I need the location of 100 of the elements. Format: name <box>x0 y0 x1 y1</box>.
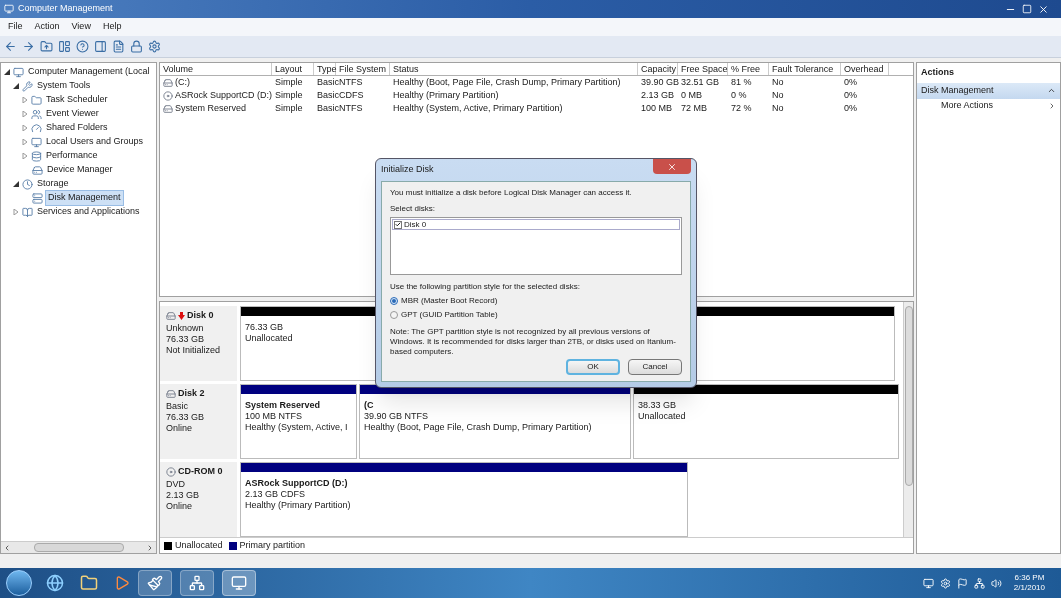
column-header[interactable]: Layout <box>272 63 314 75</box>
network-taskbar-button[interactable] <box>180 570 214 596</box>
column-header[interactable]: Capacity <box>638 63 678 75</box>
table-cell-text: No <box>772 101 784 115</box>
tree-item[interactable]: Local Users and Groups <box>44 135 146 149</box>
volume-icon[interactable] <box>990 577 1002 589</box>
management-taskbar-button[interactable] <box>222 570 256 596</box>
lock-icon[interactable] <box>130 40 143 53</box>
scroll-thumb[interactable] <box>33 543 124 552</box>
select-label: Select disks: <box>390 203 436 215</box>
checkbox[interactable] <box>394 220 402 229</box>
close-button[interactable] <box>653 159 691 174</box>
column-header[interactable]: Overhead <box>841 63 889 75</box>
column-header[interactable]: Volume <box>160 63 272 75</box>
collapsed-arrow-icon[interactable] <box>22 111 28 117</box>
menu-item[interactable]: Help <box>102 20 122 34</box>
partition-info: Unallocated <box>245 333 293 344</box>
partition-label: (C <box>364 400 374 411</box>
clock-time[interactable]: 6:36 PM <box>1014 573 1045 583</box>
column-header[interactable]: Status <box>390 63 638 75</box>
disk-label-panel[interactable]: CD-ROM 0 DVD 2.13 GB Online <box>160 462 237 537</box>
tree-item[interactable]: Event Viewer <box>44 107 101 121</box>
collapse-icon[interactable] <box>1047 86 1056 95</box>
vertical-scrollbar[interactable] <box>903 302 913 537</box>
disk-label-panel[interactable]: Disk 2 Basic 76.33 GB Online <box>160 384 237 459</box>
table-cell-text: Healthy (Primary Partition) <box>393 88 499 102</box>
tree-item[interactable]: Storage <box>35 177 71 191</box>
partition-info: 2.13 GB CDFS <box>245 489 306 500</box>
tree-item[interactable]: Services and Applications <box>35 205 142 219</box>
pane-icon[interactable] <box>58 40 71 53</box>
column-header[interactable]: % Free <box>728 63 769 75</box>
menu-item[interactable]: Action <box>34 20 60 34</box>
disk-info: DVD <box>166 478 186 490</box>
table-cell-text: 0% <box>844 75 857 89</box>
window-title: Computer Management <box>18 2 113 16</box>
tree-item[interactable]: Performance <box>44 149 100 163</box>
dialog-note: Note: The GPT partition style is not recognized by all previous versions of Windows. It is recommended for disks larger than 2TB, or disks used on Itanium-based computers. <box>390 327 677 357</box>
collapsed-arrow-icon[interactable] <box>22 97 28 103</box>
tray-settings-icon[interactable] <box>939 577 951 589</box>
collapsed-arrow-icon[interactable] <box>22 125 28 131</box>
tree-item[interactable]: Shared Folders <box>44 121 110 135</box>
column-header[interactable]: Type <box>314 63 336 75</box>
dialog-button[interactable]: Cancel <box>628 359 682 375</box>
flag-icon[interactable] <box>956 577 968 589</box>
disk-info: Online <box>166 422 193 434</box>
actions-section[interactable]: Disk Management <box>917 82 1060 99</box>
network-icon[interactable] <box>973 577 985 589</box>
tree-item[interactable]: Computer Management (Local <box>26 65 152 79</box>
tree-item[interactable]: Task Scheduler <box>44 93 110 107</box>
paint-taskbar-button[interactable] <box>138 570 172 596</box>
scroll-right-icon[interactable] <box>146 543 154 552</box>
dialog-button[interactable]: OK <box>566 359 620 375</box>
up-folder-icon[interactable] <box>40 40 53 53</box>
dialog-title: Initialize Disk <box>381 163 434 177</box>
media-player-icon[interactable] <box>114 575 130 591</box>
maximize-icon[interactable] <box>1022 3 1032 14</box>
computer-icon <box>231 575 247 591</box>
back-icon[interactable] <box>4 40 17 53</box>
tree-item[interactable]: Disk Management <box>45 190 124 206</box>
table-cell-text: No <box>772 88 784 102</box>
collapsed-arrow-icon[interactable] <box>22 139 28 145</box>
browser-icon[interactable] <box>46 574 64 592</box>
table-cell-text: 100 MB <box>641 101 673 115</box>
tree-item[interactable]: Device Manager <box>45 163 115 177</box>
scroll-thumb[interactable] <box>904 306 913 486</box>
expanded-arrow-icon[interactable] <box>4 69 10 75</box>
partition-block[interactable]: System Reserved 100 MB NTFS Healthy (System, Active, I <box>240 384 357 459</box>
scroll-left-icon[interactable] <box>3 543 11 552</box>
close-icon[interactable] <box>1038 3 1049 15</box>
clock-date[interactable]: 2/1/2010 <box>1013 583 1045 593</box>
table-cell-text: Basic <box>317 75 339 89</box>
start-button[interactable] <box>6 570 32 596</box>
partition-block[interactable]: 38.33 GB Unallocated <box>633 384 899 459</box>
column-header[interactable]: Free Space <box>678 63 728 75</box>
tools-icon <box>22 80 33 92</box>
action-link[interactable]: More Actions <box>941 98 994 113</box>
expanded-arrow-icon[interactable] <box>13 181 19 187</box>
forward-icon[interactable] <box>22 40 35 53</box>
document-icon[interactable] <box>112 40 125 53</box>
column-header[interactable]: Fault Tolerance <box>769 63 841 75</box>
table-cell-text: Healthy (Boot, Page File, Crash Dump, Primary Partition) <box>393 75 621 89</box>
partition-block[interactable]: ASRock SupportCD (D:) 2.13 GB CDFS Healthy (Primary Partition) <box>240 462 688 537</box>
menu-item[interactable]: View <box>71 20 91 34</box>
tree-item[interactable]: System Tools <box>35 79 93 93</box>
radio-button[interactable] <box>390 311 398 319</box>
collapsed-arrow-icon[interactable] <box>13 209 19 215</box>
folder-icon[interactable] <box>80 574 98 592</box>
column-header[interactable]: File System <box>336 63 390 75</box>
horizontal-scrollbar[interactable] <box>1 541 156 553</box>
menu-item[interactable]: File <box>8 20 23 34</box>
disk-list-item[interactable]: Disk 0 <box>392 219 680 230</box>
tray-icon[interactable] <box>922 577 934 589</box>
disk-label-panel[interactable]: Disk 0 Unknown 76.33 GB Not Initialized <box>160 306 237 381</box>
radio-button[interactable] <box>390 297 398 305</box>
help-icon[interactable] <box>76 40 89 53</box>
table-cell-text: 0% <box>844 88 857 102</box>
expanded-arrow-icon[interactable] <box>13 83 19 89</box>
settings-icon[interactable] <box>148 40 161 53</box>
panel-icon[interactable] <box>94 40 107 53</box>
collapsed-arrow-icon[interactable] <box>22 153 28 159</box>
